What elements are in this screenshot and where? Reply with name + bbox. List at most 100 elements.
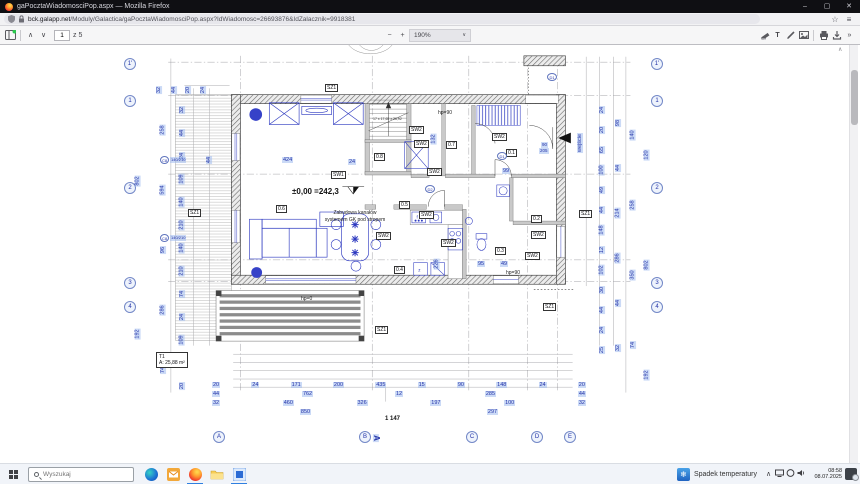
room-label-06: 0.6: [276, 205, 287, 213]
dim-value: 285: [485, 391, 496, 397]
more-tools-button[interactable]: »: [843, 32, 856, 39]
app-icon-mail[interactable]: [162, 464, 184, 484]
dimension-chain-bottom-1: 202417120043515901482420: [212, 382, 586, 388]
door-tag-d2: D2: [425, 185, 435, 193]
dim-value: 44: [599, 306, 605, 314]
wall-tag-sz1: SZ1: [325, 84, 338, 92]
note-line-2: systemem GK pod stropem: [296, 217, 414, 223]
dim-value: 32: [578, 400, 586, 406]
start-button[interactable]: [0, 464, 26, 484]
app-icon-blue[interactable]: [228, 464, 250, 484]
dim-value: 350: [630, 269, 636, 280]
bookmark-star-icon[interactable]: ☆: [828, 15, 842, 24]
address-field[interactable]: bck.galapp.net/Moduly/Galactica/gaPoczta…: [4, 14, 760, 24]
close-button[interactable]: ✕: [838, 0, 860, 13]
page-number-input[interactable]: [54, 30, 70, 41]
text-tool-button[interactable]: T: [771, 32, 784, 39]
dim-value: 20: [212, 382, 220, 388]
dim-value: 192: [644, 369, 650, 380]
tray-expand-icon[interactable]: ∧: [763, 470, 774, 478]
app-icon-edge[interactable]: [140, 464, 162, 484]
highlight-tool-button[interactable]: [758, 30, 771, 40]
scrollbar[interactable]: [849, 45, 858, 463]
firefox-logo-icon: [5, 3, 13, 11]
zoom-out-button[interactable]: −: [383, 32, 396, 39]
app-icon-explorer[interactable]: [206, 464, 228, 484]
dim-value: 102: [599, 264, 605, 275]
tray-clock[interactable]: 08:58 08.07.2025: [810, 468, 842, 480]
note-line-1: Zabudowa kanałów: [300, 210, 410, 216]
weather-icon: ❄: [677, 468, 690, 481]
dim-hall: 132: [431, 133, 437, 144]
dim-value: 44: [615, 163, 621, 171]
dim-value: 44: [615, 298, 621, 306]
room-label-05: 0.5: [399, 201, 410, 209]
sidebar-toggle-button[interactable]: [4, 30, 17, 40]
chevron-down-icon: ∨: [462, 32, 466, 38]
dim-value: 15: [418, 382, 426, 388]
grid-row-1p-right: 1': [651, 58, 663, 70]
grid-col-a: A: [213, 431, 225, 443]
dim-value: 109: [179, 335, 185, 346]
network-icon[interactable]: [774, 469, 785, 479]
section-mark: A: [373, 434, 379, 442]
dim-value: 148: [496, 382, 507, 388]
dim-value: 171: [291, 382, 302, 388]
dim-value: 286: [615, 252, 621, 263]
wall-tag-sz1: SZ1: [188, 209, 201, 217]
weather-widget[interactable]: ❄ Spadek temperatury: [677, 468, 757, 481]
dim-wall: 44: [206, 156, 212, 164]
wall-tag-sw2: SW2: [409, 126, 424, 134]
next-page-button[interactable]: ∨: [37, 31, 50, 39]
dim-value: 24: [599, 106, 605, 114]
draw-tool-button[interactable]: [784, 30, 797, 40]
dimension-chain-left-1: 802192: [132, 105, 144, 410]
dim-value: 100: [504, 400, 515, 406]
search-input[interactable]: [43, 471, 123, 478]
zoom-select[interactable]: 190% ∨: [409, 29, 471, 42]
minimize-button[interactable]: –: [794, 0, 816, 13]
wall-tag-sw2: SW2: [376, 232, 391, 240]
previous-page-button[interactable]: ∧: [24, 31, 37, 39]
collapse-toolbar-icon[interactable]: ∧: [838, 46, 842, 53]
dim-value: 44: [578, 391, 586, 397]
onedrive-icon[interactable]: [785, 469, 796, 479]
app-icon-firefox[interactable]: [184, 464, 206, 484]
dim-value: 44: [599, 206, 605, 214]
zoom-level: 190%: [414, 32, 431, 39]
dim-value: 109: [179, 173, 185, 184]
scrollbar-thumb[interactable]: [851, 70, 858, 125]
add-image-tool-button[interactable]: [797, 30, 810, 40]
dim-value: 802: [644, 259, 650, 270]
dim-value: 98: [615, 118, 621, 126]
parapet-height-label: hp=90: [437, 110, 453, 116]
taskbar-search[interactable]: [28, 467, 134, 482]
toolbar-divider: [20, 30, 21, 41]
parapet-height-label: hp=90: [505, 270, 521, 276]
dimension-chain-right-4: 120802192: [641, 100, 653, 430]
dim-value: 140: [630, 129, 636, 140]
dim-value: 140: [179, 196, 185, 207]
dim-value: 20: [578, 382, 586, 388]
wall-tag-sw2: SW2: [492, 133, 507, 141]
pdf-viewport[interactable]: f z 1' 1 2 3 4 1' 1 2 3 4 A B C D: [0, 45, 860, 463]
dimension-chain-topleft: 32442024: [155, 87, 207, 93]
save-button[interactable]: [830, 30, 843, 40]
print-button[interactable]: [817, 30, 830, 40]
grid-row-1p-left: 1': [124, 58, 136, 70]
dim-value: 32: [212, 400, 220, 406]
grid-col-c: C: [466, 431, 478, 443]
notification-icon[interactable]: [845, 468, 857, 480]
dim-value: 200: [333, 382, 344, 388]
room-label-01: 0.1: [506, 149, 517, 157]
dim-value: 258: [630, 199, 636, 210]
menu-icon[interactable]: ≡: [842, 15, 856, 24]
volume-icon[interactable]: [796, 469, 807, 479]
weather-label: Spadek temperatury: [694, 471, 757, 478]
window-size: 140/210: [170, 235, 186, 241]
wall-tag-sz1: SZ1: [375, 326, 388, 334]
dim-hall: 99: [502, 168, 510, 174]
grid-col-e: E: [564, 431, 576, 443]
maximize-button[interactable]: ▢: [816, 0, 838, 13]
zoom-in-button[interactable]: +: [396, 32, 409, 39]
